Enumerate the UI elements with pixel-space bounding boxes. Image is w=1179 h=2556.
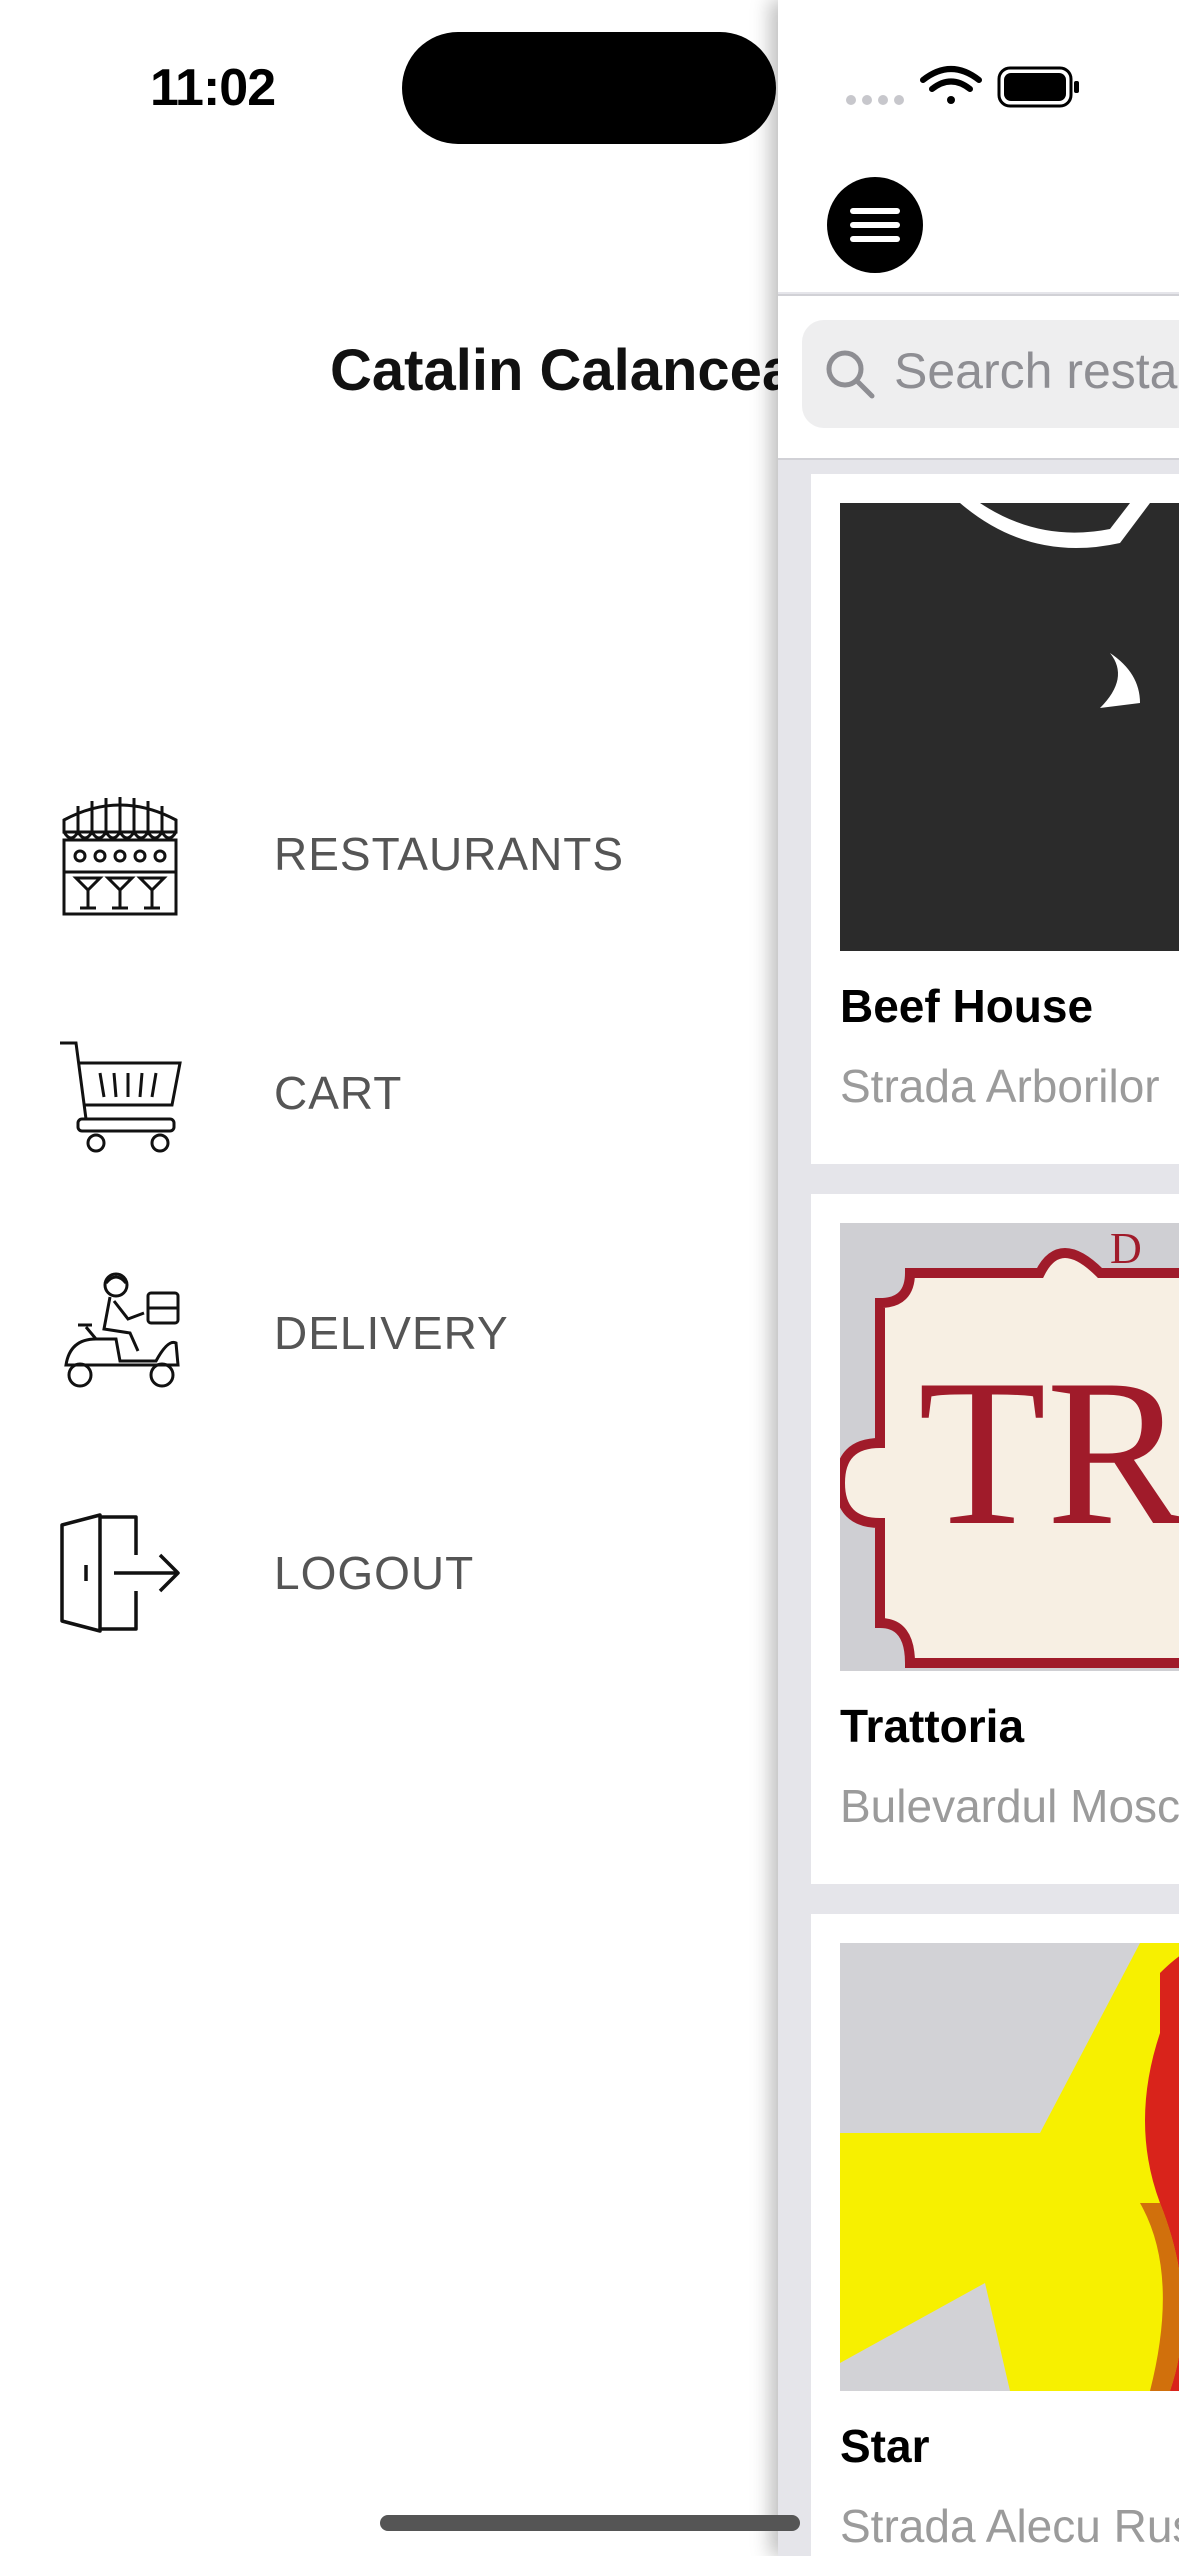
restaurant-logo: D TRA: [840, 1223, 1179, 1671]
battery-icon: [997, 66, 1079, 108]
logout-door-icon: [60, 1513, 180, 1633]
drawer-item-label: DELIVERY: [274, 1307, 509, 1359]
drawer-item-label: LOGOUT: [274, 1547, 475, 1599]
side-drawer: Catalin Calancea RESTAURANTS CART DELIVE…: [0, 0, 794, 2556]
restaurant-logo: [840, 503, 1179, 951]
delivery-scooter-icon: [64, 1272, 180, 1388]
beef-house-logo-graphic: [960, 503, 1150, 708]
hamburger-menu-icon[interactable]: [827, 177, 923, 273]
search-input[interactable]: [894, 342, 1179, 400]
dynamic-island: [402, 32, 776, 144]
drawer-item-restaurants[interactable]: RESTAURANTS: [56, 789, 656, 919]
restaurant-card[interactable]: D TRA Trattoria Bulevardul Moscova: [811, 1194, 1179, 1884]
shopping-cart-icon: [60, 1041, 182, 1153]
restaurant-address: Strada Alecu Russo: [840, 2500, 1179, 2552]
logo-text: TRA: [918, 1337, 1179, 1569]
user-name: Catalin Calancea: [330, 338, 795, 403]
logo-decoration: D: [1110, 1224, 1142, 1273]
cellular-signal-icon: [846, 95, 904, 105]
search-icon: [826, 350, 875, 399]
drawer-item-delivery[interactable]: DELIVERY: [56, 1268, 656, 1398]
drawer-item-label: CART: [274, 1067, 403, 1119]
search-bar-container: [778, 296, 1179, 460]
restaurant-address: Strada Arborilor: [840, 1060, 1160, 1112]
restaurant-name: Trattoria: [840, 1700, 1025, 1752]
trattoria-logo-graphic: D TRA: [840, 1224, 1179, 1668]
star-logo-graphic: [840, 1943, 1179, 2391]
home-indicator: [380, 2515, 800, 2531]
drawer-item-cart[interactable]: CART: [56, 1028, 656, 1158]
restaurant-name: Beef House: [840, 980, 1094, 1032]
status-time: 11:02: [150, 59, 276, 117]
restaurants-panel[interactable]: Beef House Strada Arborilor D TRA Tratto…: [778, 0, 1179, 2556]
navigation-bar: [778, 0, 1179, 296]
restaurant-address: Bulevardul Moscova: [840, 1780, 1179, 1832]
restaurant-card[interactable]: Beef House Strada Arborilor: [811, 474, 1179, 1164]
wifi-icon: [920, 66, 982, 104]
restaurant-logo: [840, 1943, 1179, 2391]
drawer-item-logout[interactable]: LOGOUT: [56, 1508, 656, 1638]
restaurant-name: Star: [840, 2420, 930, 2472]
restaurant-card[interactable]: Star Strada Alecu Russo: [811, 1914, 1179, 2556]
drawer-item-label: RESTAURANTS: [274, 828, 625, 880]
restaurant-store-icon: [62, 797, 178, 916]
search-bar[interactable]: [802, 320, 1179, 428]
status-icons: [846, 66, 1079, 108]
